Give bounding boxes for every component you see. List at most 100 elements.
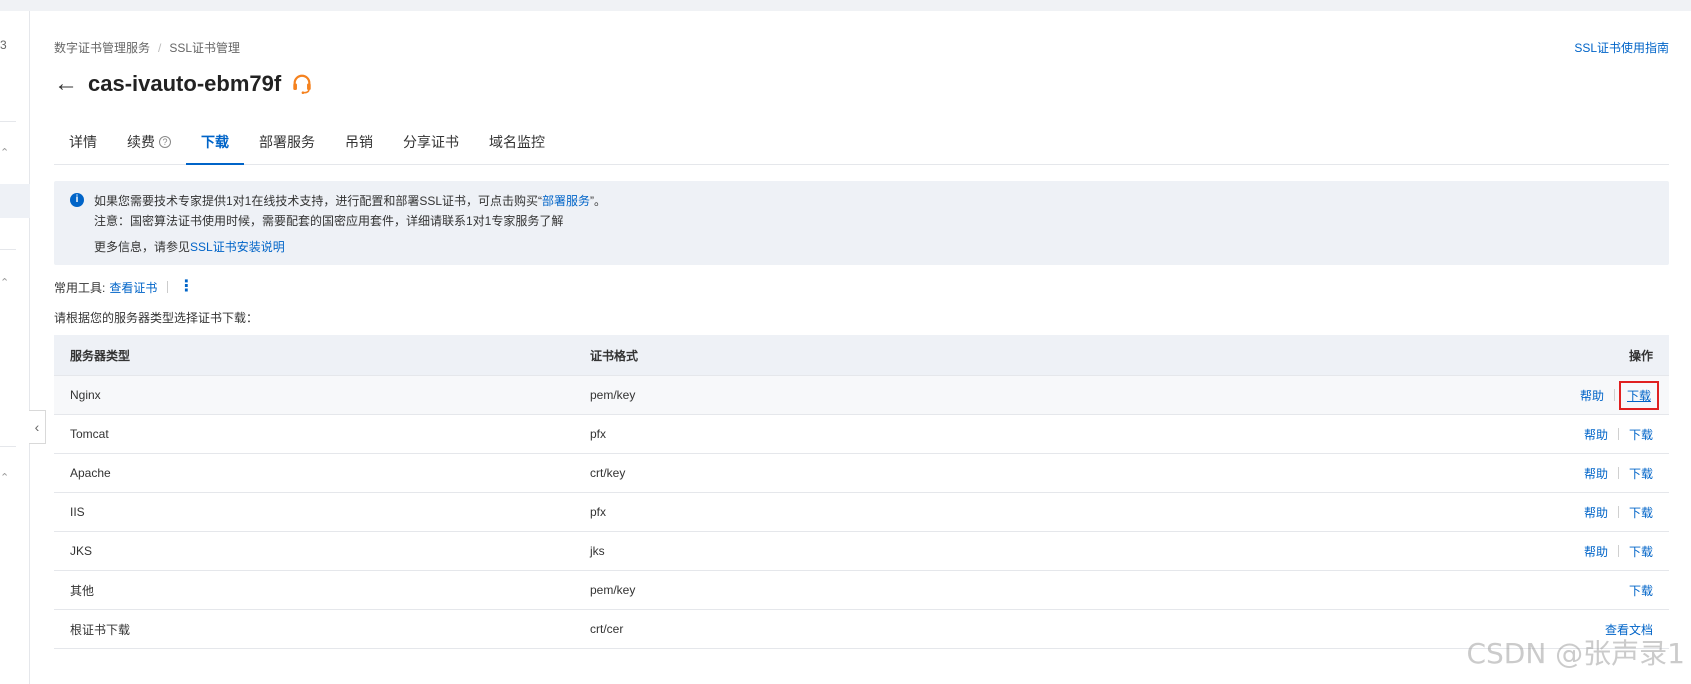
question-icon[interactable]: ? [159, 136, 171, 148]
notice-text: ”。 [590, 194, 607, 208]
notice-line-2: 注意：国密算法证书使用时候，需要配套的国密应用套件，详细请联系1对1专家服务了解 [94, 214, 564, 228]
cell-cert-format: pem/key [590, 388, 636, 402]
tab-label: 部署服务 [259, 134, 315, 150]
header-cert-format: 证书格式 [590, 348, 639, 363]
download-link[interactable]: 下载 [1629, 465, 1653, 482]
cell-actions: 帮助 下载 [1409, 465, 1669, 482]
breadcrumb-item-cert-service[interactable]: 数字证书管理服务 [54, 39, 150, 56]
tab-label: 续费 [127, 134, 155, 150]
left-nav-divider [0, 249, 16, 250]
cell-server-type: IIS [70, 505, 85, 519]
cell-cert-format: pfx [590, 427, 607, 441]
ssl-guide-link[interactable]: SSL证书使用指南 [1574, 39, 1669, 56]
main-content: 数字证书管理服务 / SSL证书管理 SSL证书使用指南 ← cas-ivaut… [54, 11, 1669, 684]
headset-support-icon[interactable] [291, 73, 313, 95]
tab-share-cert[interactable]: 分享证书 [388, 132, 474, 164]
chevron-up-icon[interactable]: ⌃ [0, 276, 9, 289]
cell-actions: 帮助 下载 [1409, 504, 1669, 521]
page-header: ← cas-ivauto-ebm79f [54, 67, 313, 101]
tab-revoke[interactable]: 吊销 [330, 132, 388, 164]
deploy-service-link[interactable]: 部署服务 [542, 194, 590, 208]
view-cert-link[interactable]: 查看证书 [109, 279, 157, 296]
notice-line-3: 更多信息，请参见SSL证书安装说明 [94, 237, 1653, 257]
download-link[interactable]: 下载 [1629, 426, 1653, 443]
download-hint: 请根据您的服务器类型选择证书下载： [54, 311, 259, 325]
tab-renew[interactable]: 续费 ? [112, 132, 186, 164]
tab-label: 分享证书 [403, 134, 459, 150]
breadcrumb-separator: / [158, 40, 162, 55]
cell-server-type: Tomcat [70, 427, 109, 441]
table-row: JKS jks 帮助 下载 [54, 532, 1669, 571]
table-row: IIS pfx 帮助 下载 [54, 493, 1669, 532]
tab-label: 吊销 [345, 134, 373, 150]
download-link[interactable]: 下载 [1629, 504, 1653, 521]
cell-actions: 帮助 下载 [1409, 380, 1669, 410]
cell-actions: 帮助 下载 [1409, 426, 1669, 443]
top-bar [0, 0, 1691, 11]
breadcrumb-item-ssl-management[interactable]: SSL证书管理 [169, 39, 240, 56]
table-row: Tomcat pfx 帮助 下载 [54, 415, 1669, 454]
tab-details[interactable]: 详情 [54, 132, 112, 164]
tab-download[interactable]: 下载 [186, 132, 244, 165]
tab-domain-monitor[interactable]: 域名监控 [474, 132, 560, 164]
left-nav-divider [0, 446, 16, 447]
tools-divider [167, 281, 169, 293]
cell-server-type: 根证书下载 [70, 622, 131, 637]
cell-server-type: 其他 [70, 583, 95, 598]
cell-server-type: Nginx [70, 388, 101, 402]
cell-actions: 帮助 下载 [1409, 543, 1669, 560]
more-vertical-icon[interactable]: ⋮ [178, 279, 194, 295]
header-server-type: 服务器类型 [70, 348, 131, 363]
cell-cert-format: jks [590, 544, 605, 558]
notice-text: 更多信息，请参见 [94, 240, 191, 254]
help-link[interactable]: 帮助 [1584, 504, 1608, 521]
table-row: 根证书下载 crt/cer 查看文档 [54, 610, 1669, 649]
cell-cert-format: crt/cer [590, 622, 624, 636]
sidebar-collapse-button[interactable]: ‹ [29, 410, 46, 444]
tab-label: 下载 [201, 134, 229, 150]
chevron-up-icon[interactable]: ⌃ [0, 471, 9, 484]
left-nav-divider [0, 121, 16, 122]
cell-cert-format: pfx [590, 505, 607, 519]
action-divider [1617, 467, 1619, 479]
help-link[interactable]: 帮助 [1584, 426, 1608, 443]
cell-actions: 下载 [1409, 582, 1669, 599]
page-title: cas-ivauto-ebm79f [88, 71, 282, 96]
tools-label: 常用工具: [54, 280, 106, 295]
action-divider [1617, 545, 1619, 557]
common-tools: 常用工具: 查看证书 ⋮ [54, 277, 194, 297]
watermark: CSDN @张声录1 [1466, 637, 1685, 670]
tab-label: 域名监控 [489, 134, 545, 150]
tab-label: 详情 [69, 134, 97, 150]
download-link-highlighted[interactable]: 下载 [1618, 380, 1660, 410]
cell-cert-format: pem/key [590, 583, 636, 597]
info-icon: i [70, 193, 84, 207]
download-link[interactable]: 下载 [1629, 582, 1653, 599]
cert-download-table: 服务器类型 证书格式 操作 Nginx pem/key 帮助 下载 Tomcat… [54, 335, 1669, 649]
help-link[interactable]: 帮助 [1584, 543, 1608, 560]
cell-server-type: Apache [70, 466, 111, 480]
chevron-up-icon[interactable]: ⌃ [0, 146, 9, 159]
notice-line-1: 如果您需要技术专家提供1对1在线技术支持，进行配置和部署SSL证书，可点击购买“… [94, 191, 1653, 211]
help-link[interactable]: 帮助 [1580, 387, 1604, 404]
left-nav-number: 3 [0, 38, 7, 52]
back-arrow-icon[interactable]: ← [54, 72, 78, 96]
info-notice: i 如果您需要技术专家提供1对1在线技术支持，进行配置和部署SSL证书，可点击购… [54, 181, 1669, 265]
action-divider [1613, 389, 1615, 401]
header-action: 操作 [1628, 348, 1653, 363]
cell-cert-format: crt/key [590, 466, 626, 480]
left-nav: 3 ⌃ ⌃ ⌃ [0, 11, 30, 684]
breadcrumb: 数字证书管理服务 / SSL证书管理 [54, 39, 240, 56]
help-link[interactable]: 帮助 [1584, 465, 1608, 482]
table-row: Apache crt/key 帮助 下载 [54, 454, 1669, 493]
tab-deploy-service[interactable]: 部署服务 [244, 132, 330, 164]
action-divider [1617, 506, 1619, 518]
ssl-install-guide-link[interactable]: SSL证书安装说明 [190, 240, 285, 254]
left-nav-active-item[interactable] [0, 184, 30, 218]
download-link[interactable]: 下载 [1629, 543, 1653, 560]
table-row: 其他 pem/key 下载 [54, 571, 1669, 610]
chevron-left-icon: ‹ [34, 419, 40, 435]
action-divider [1617, 428, 1619, 440]
table-row: Nginx pem/key 帮助 下载 [54, 376, 1669, 415]
notice-text: 如果您需要技术专家提供1对1在线技术支持，进行配置和部署SSL证书，可点击购买“ [94, 194, 543, 208]
